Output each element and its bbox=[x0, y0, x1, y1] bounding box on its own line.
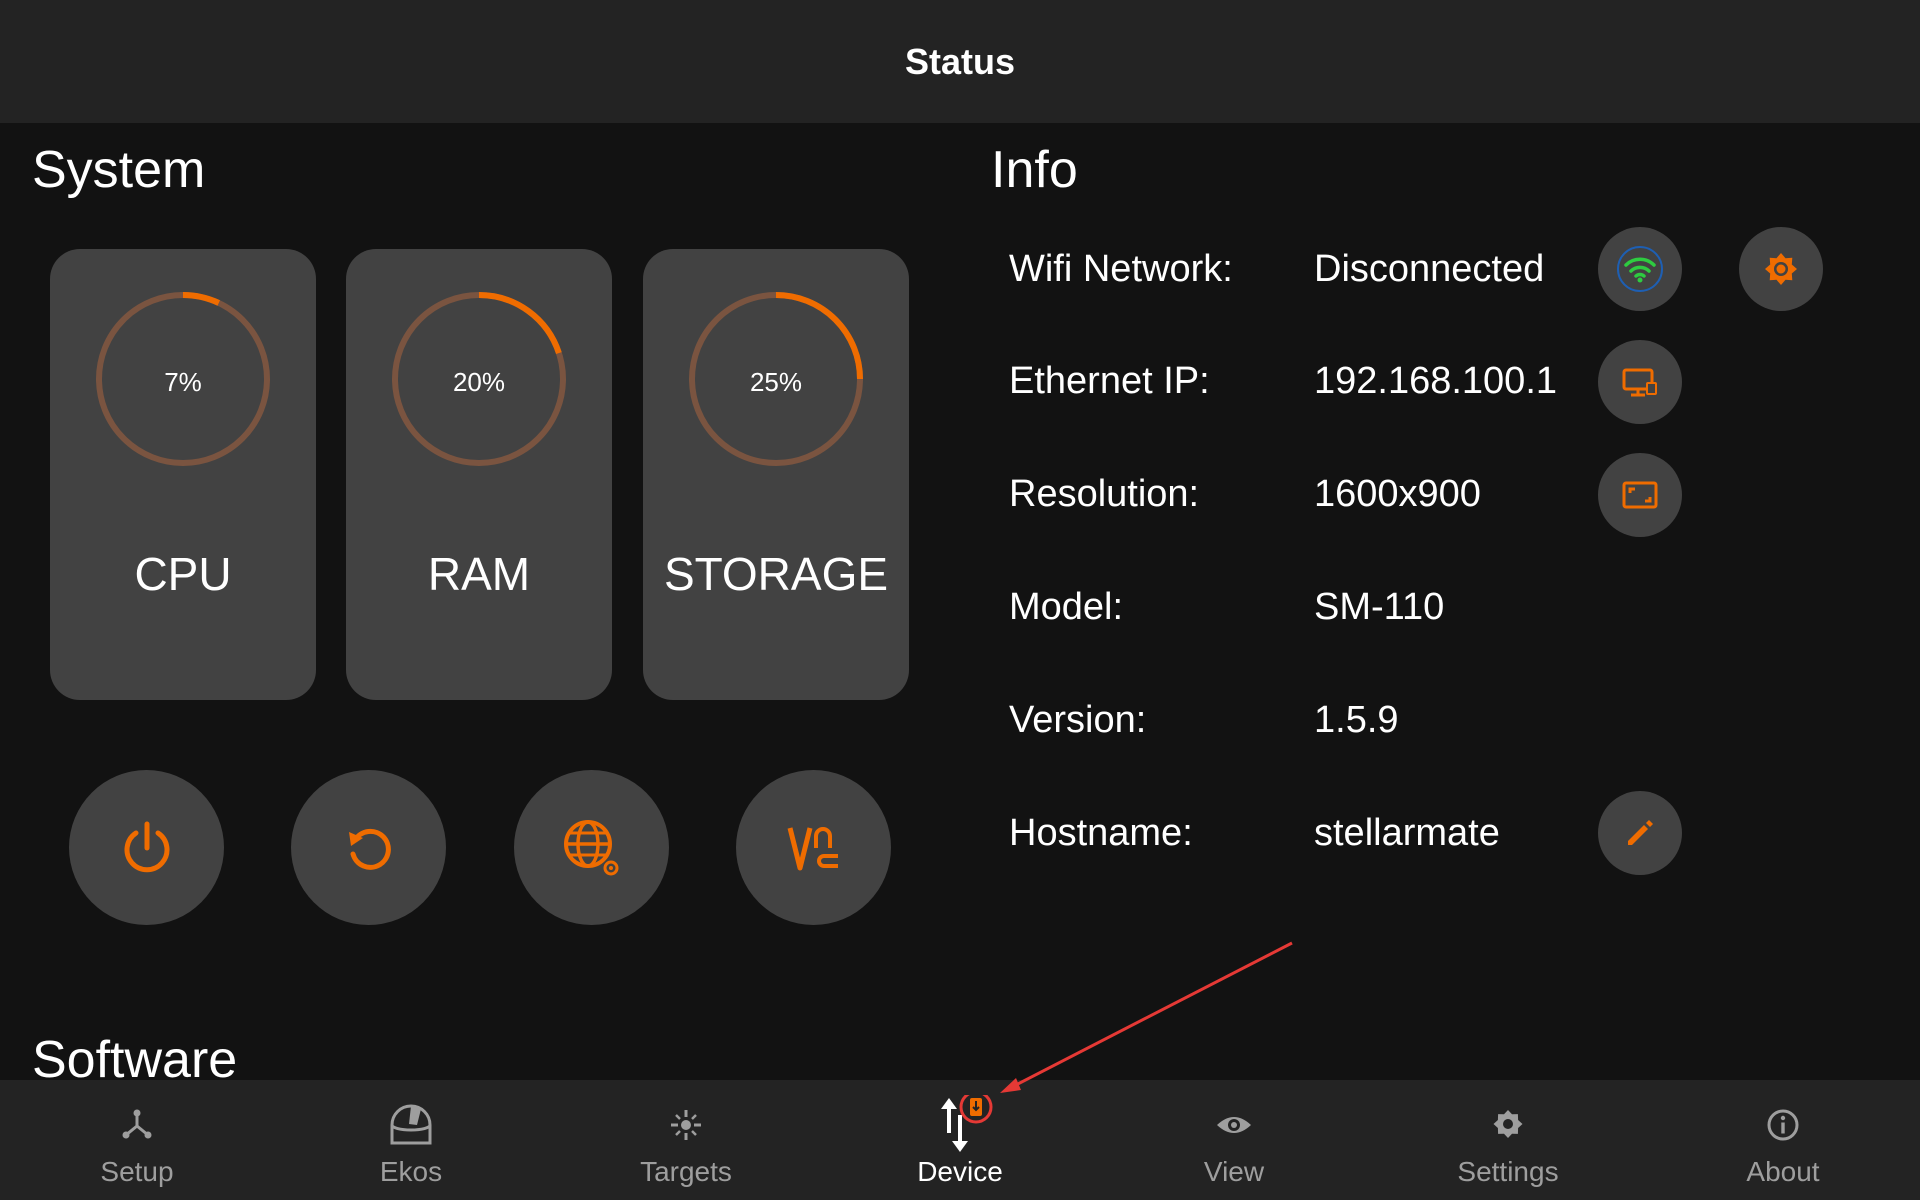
globe-settings-icon bbox=[563, 819, 618, 875]
nav-setup[interactable]: Setup bbox=[0, 1080, 274, 1200]
storage-label: STORAGE bbox=[663, 548, 889, 600]
nav-ekos-label: Ekos bbox=[379, 1156, 443, 1187]
ethernet-ip-value: 192.168.100.1 bbox=[1314, 360, 1558, 402]
ethernet-ip-label: Ethernet IP: bbox=[1009, 360, 1210, 402]
vnc-button[interactable] bbox=[736, 770, 891, 925]
wifi-network-label: Wifi Network: bbox=[1009, 248, 1233, 290]
web-manager-button[interactable] bbox=[514, 770, 669, 925]
ram-percent: 20% bbox=[452, 367, 506, 397]
ekos-icon bbox=[390, 1104, 432, 1145]
brightness-icon bbox=[1765, 253, 1797, 285]
remote-desktop-button[interactable] bbox=[1598, 340, 1682, 424]
restart-button[interactable] bbox=[291, 770, 446, 925]
version-value: 1.5.9 bbox=[1314, 699, 1399, 741]
hostname-label: Hostname: bbox=[1009, 812, 1193, 854]
vnc-icon bbox=[787, 826, 838, 870]
nav-targets-label: Targets bbox=[640, 1156, 732, 1187]
aspect-ratio-icon bbox=[1622, 481, 1658, 509]
cpu-label: CPU bbox=[134, 548, 232, 600]
info-section-title: Info bbox=[991, 141, 1078, 199]
restart-icon bbox=[348, 828, 391, 870]
settings-gear-icon bbox=[1493, 1110, 1523, 1138]
nav-settings-label: Settings bbox=[1457, 1156, 1559, 1187]
cpu-percent: 7% bbox=[164, 367, 202, 397]
eye-icon bbox=[1217, 1117, 1251, 1133]
bottom-navigation: Setup Ekos Targets Device View Settings … bbox=[0, 1080, 1920, 1200]
nav-targets[interactable]: Targets bbox=[549, 1080, 823, 1200]
model-label: Model: bbox=[1009, 586, 1124, 628]
page-title: Status bbox=[904, 40, 1016, 82]
nav-settings[interactable]: Settings bbox=[1371, 1080, 1645, 1200]
power-icon bbox=[124, 821, 169, 872]
power-button[interactable] bbox=[69, 770, 224, 925]
nav-setup-label: Setup bbox=[100, 1156, 174, 1187]
storage-percent: 25% bbox=[749, 367, 803, 397]
cpu-card: 7% CPU bbox=[50, 249, 316, 700]
resolution-button[interactable] bbox=[1598, 453, 1682, 537]
nav-about[interactable]: About bbox=[1646, 1080, 1920, 1200]
brightness-button[interactable] bbox=[1739, 227, 1823, 311]
ram-label: RAM bbox=[427, 548, 531, 600]
nav-view-label: View bbox=[1203, 1156, 1265, 1187]
system-section-title: System bbox=[32, 141, 206, 199]
pencil-icon bbox=[1628, 820, 1653, 845]
storage-card: 25% STORAGE bbox=[643, 249, 909, 700]
wifi-button[interactable] bbox=[1598, 227, 1682, 311]
nav-view[interactable]: View bbox=[1097, 1080, 1371, 1200]
resolution-label: Resolution: bbox=[1009, 473, 1200, 515]
resolution-value: 1600x900 bbox=[1314, 473, 1481, 515]
nav-device[interactable]: Device bbox=[823, 1080, 1097, 1200]
model-value: SM-110 bbox=[1314, 586, 1445, 628]
info-icon bbox=[1767, 1109, 1799, 1141]
version-label: Version: bbox=[1009, 699, 1147, 741]
ram-card: 20% RAM bbox=[346, 249, 612, 700]
wifi-icon bbox=[1617, 246, 1663, 292]
wifi-network-value: Disconnected bbox=[1314, 248, 1545, 290]
nav-about-label: About bbox=[1746, 1156, 1820, 1187]
monitor-icon bbox=[1622, 368, 1657, 397]
targets-icon bbox=[671, 1110, 701, 1140]
nav-device-label: Device bbox=[917, 1156, 1003, 1187]
edit-hostname-button[interactable] bbox=[1598, 791, 1682, 875]
nav-ekos[interactable]: Ekos bbox=[274, 1080, 548, 1200]
hostname-value: stellarmate bbox=[1314, 812, 1500, 854]
device-icon bbox=[941, 1095, 993, 1152]
setup-icon bbox=[122, 1109, 152, 1139]
top-app-bar: Status bbox=[0, 0, 1920, 123]
